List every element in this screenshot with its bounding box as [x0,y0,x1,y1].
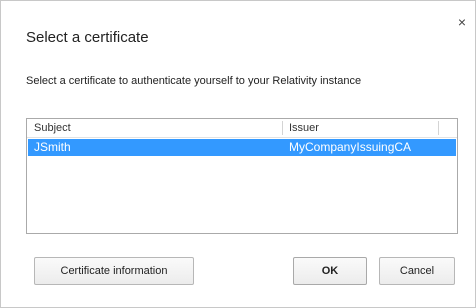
column-divider[interactable] [438,121,439,135]
ok-button[interactable]: OK [293,257,367,285]
column-divider[interactable] [282,121,283,135]
dialog-title: Select a certificate [26,29,149,46]
column-header-issuer[interactable]: Issuer [289,122,319,134]
cancel-button[interactable]: Cancel [379,257,455,285]
column-header-subject[interactable]: Subject [34,122,71,134]
certificate-information-button[interactable]: Certificate information [34,257,194,285]
table-header: Subject Issuer [27,119,457,138]
cell-issuer: MyCompanyIssuingCA [289,140,412,154]
dialog-subtitle: Select a certificate to authenticate you… [26,75,362,87]
certificate-table[interactable]: Subject Issuer JSmith MyCompanyIssuingCA [26,118,458,234]
certificate-dialog: × Select a certificate Select a certific… [0,0,476,308]
table-row[interactable]: JSmith MyCompanyIssuingCA [28,139,456,156]
close-icon[interactable]: × [456,15,468,29]
cell-subject: JSmith [34,140,71,154]
